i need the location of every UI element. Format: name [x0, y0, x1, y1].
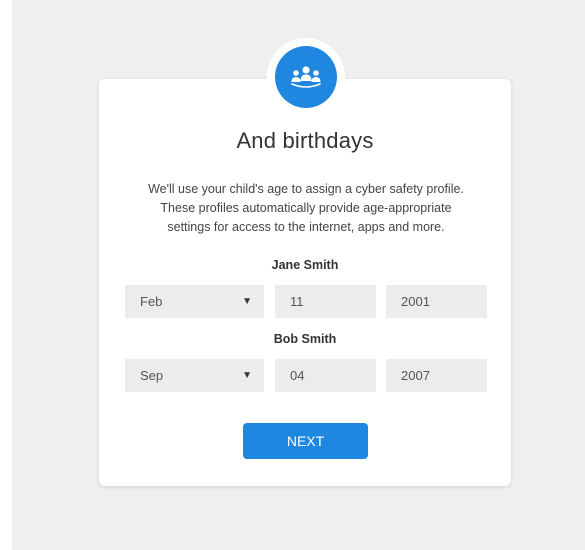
- header-avatar: [267, 38, 345, 116]
- description-line: These profiles automatically provide age…: [160, 201, 452, 215]
- year-field-bob[interactable]: 2007: [386, 359, 487, 392]
- child-name-jane: Jane Smith: [271, 258, 339, 272]
- child-name-bob: Bob Smith: [273, 332, 337, 346]
- day-field-bob[interactable]: 04: [275, 359, 376, 392]
- month-select-jane[interactable]: Feb ▼: [125, 285, 264, 318]
- description-line: We'll use your child's age to assign a c…: [148, 182, 464, 196]
- year-field-jane[interactable]: 2001: [386, 285, 487, 318]
- dropdown-arrow-icon: ▼: [242, 370, 252, 381]
- family-group-icon: [291, 66, 321, 88]
- page-description: We'll use your child's age to assign a c…: [125, 180, 487, 237]
- dropdown-arrow-icon: ▼: [242, 296, 252, 307]
- month-value: Feb: [140, 294, 163, 309]
- page-title: And birthdays: [236, 128, 374, 153]
- description-line: settings for access to the internet, app…: [167, 220, 445, 234]
- month-value: Sep: [140, 368, 164, 383]
- avatar-circle: [275, 46, 337, 108]
- next-button[interactable]: NEXT: [243, 423, 368, 459]
- month-select-bob[interactable]: Sep ▼: [125, 359, 264, 392]
- day-field-jane[interactable]: 11: [275, 285, 376, 318]
